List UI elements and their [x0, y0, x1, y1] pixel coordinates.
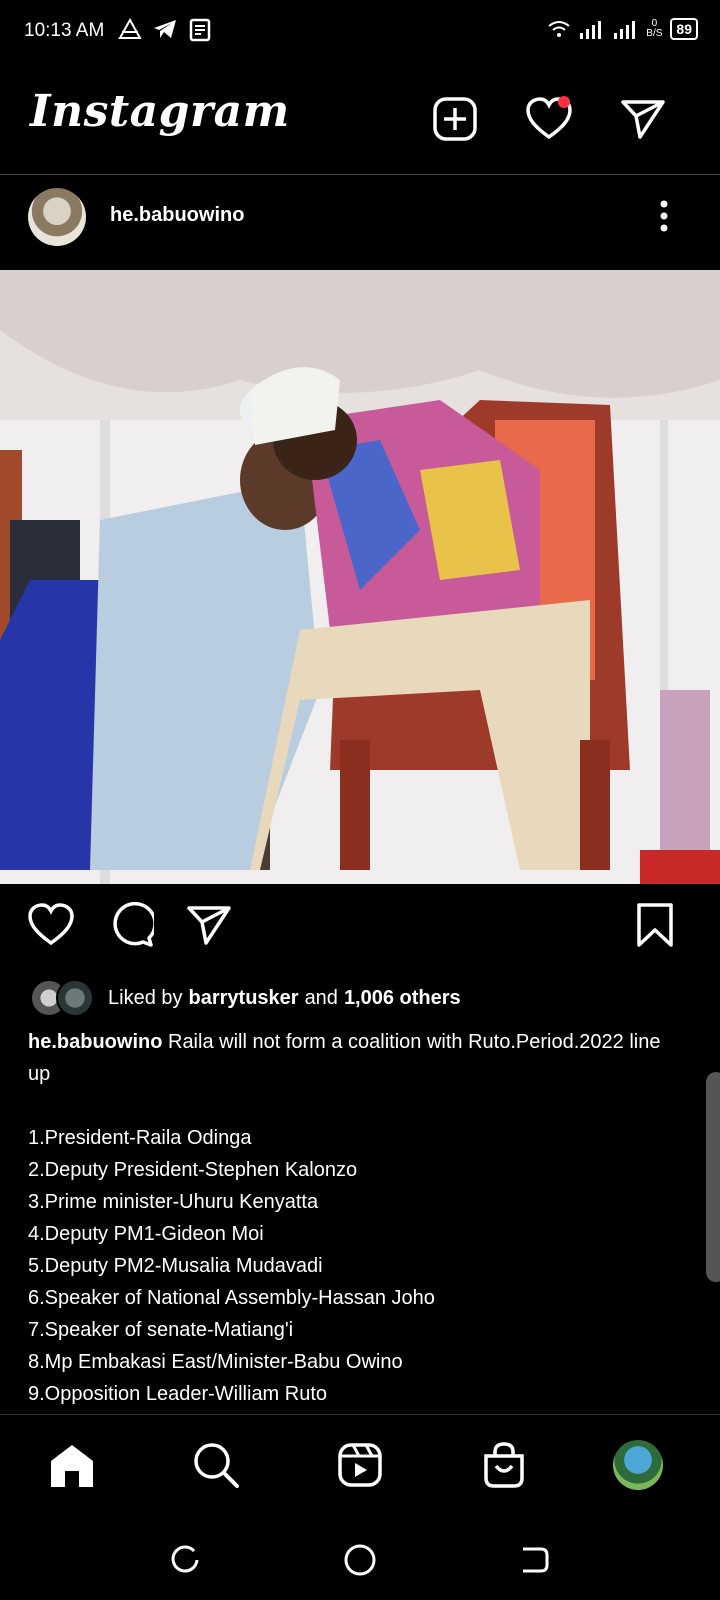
status-icons-right: 0 B/S 89 [548, 18, 698, 40]
back-icon [523, 1547, 549, 1573]
caption-list: 1.President-Raila Odinga 2.Deputy Presid… [28, 1122, 688, 1410]
likes-and: and [304, 986, 338, 1009]
network-speed: 0 B/S [646, 19, 662, 39]
send-icon [621, 100, 665, 139]
post-image[interactable] [0, 270, 720, 884]
plus-square-icon [433, 97, 477, 141]
likes-prefix: Liked by [108, 986, 183, 1009]
list-item: 5.Deputy PM2-Musalia Mudavadi [28, 1255, 323, 1277]
post-photo [0, 270, 720, 884]
nav-shop[interactable] [474, 1435, 534, 1495]
caption-username[interactable]: he.babuowino [28, 1031, 162, 1053]
reels-icon [338, 1443, 382, 1487]
home-icon [51, 1445, 93, 1487]
telegram-icon [154, 20, 176, 38]
bookmark-icon [637, 903, 673, 947]
list-item: 3.Prime minister-Uhuru Kenyatta [28, 1191, 319, 1213]
new-post-button[interactable] [430, 94, 480, 144]
status-time: 10:13 AM [24, 20, 105, 41]
scroll-handle[interactable] [706, 1072, 720, 1282]
shop-icon [484, 1442, 524, 1488]
liker-avatar [56, 979, 94, 1017]
more-vertical-icon [660, 200, 668, 232]
instagram-logo[interactable]: Instagram [30, 86, 290, 137]
list-item: 9.Opposition Leader-William Ruto [28, 1383, 328, 1405]
status-bar: 10:13 AM 0 B/S 89 [0, 0, 720, 66]
bottom-navigation [0, 1414, 720, 1515]
list-item: 6.Speaker of National Assembly-Hassan Jo… [28, 1287, 435, 1309]
comment-icon [113, 902, 154, 947]
home-system-button[interactable] [338, 1538, 382, 1582]
like-button[interactable] [26, 900, 76, 950]
post-header: he.babuowino [0, 176, 720, 270]
signal-icon [580, 21, 602, 39]
post-author-avatar[interactable] [28, 188, 86, 246]
nav-reels[interactable] [330, 1435, 390, 1495]
likes-user[interactable]: barrytusker [189, 987, 299, 1010]
nav-home[interactable] [42, 1435, 102, 1495]
list-item: 8.Mp Embakasi East/Minister-Babu Owino [28, 1351, 403, 1373]
post-caption: he.babuowino Raila will not form a coali… [28, 1026, 688, 1090]
system-navigation [0, 1520, 720, 1600]
notification-dot [558, 96, 570, 108]
share-button[interactable] [184, 900, 234, 950]
app-header: Instagram [0, 78, 720, 175]
comment-button[interactable] [106, 900, 156, 950]
direct-messages-button[interactable] [618, 94, 668, 144]
profile-avatar [613, 1440, 663, 1490]
status-icons-left [118, 18, 212, 42]
search-icon [194, 1443, 239, 1488]
list-item: 2.Deputy President-Stephen Kalonzo [28, 1159, 358, 1181]
more-options-button[interactable] [654, 196, 674, 236]
recent-apps-icon [171, 1545, 199, 1573]
recent-apps-button[interactable] [163, 1538, 207, 1582]
back-button[interactable] [512, 1538, 556, 1582]
nav-search[interactable] [186, 1435, 246, 1495]
likes-count[interactable]: 1,006 others [344, 987, 461, 1010]
likes-row[interactable]: Liked by barrytusker and 1,006 others [30, 978, 461, 1018]
save-button[interactable] [630, 900, 680, 950]
speed-unit: B/S [646, 28, 663, 39]
post-actions [0, 900, 720, 960]
activity-button[interactable] [524, 94, 574, 144]
heart-icon [28, 903, 74, 946]
nav-profile[interactable] [608, 1435, 668, 1495]
alert-triangle-icon [118, 18, 142, 39]
list-item: 1.President-Raila Odinga [28, 1127, 252, 1149]
list-item: 7.Speaker of senate-Matiang'i [28, 1319, 294, 1341]
signal-icon [614, 21, 636, 39]
battery-indicator: 89 [670, 18, 698, 40]
news-icon [189, 18, 211, 42]
list-item: 4.Deputy PM1-Gideon Moi [28, 1223, 264, 1245]
home-circle-icon [344, 1544, 376, 1576]
wifi-icon [548, 21, 570, 37]
post-username[interactable]: he.babuowino [110, 204, 244, 227]
send-icon [187, 906, 231, 945]
